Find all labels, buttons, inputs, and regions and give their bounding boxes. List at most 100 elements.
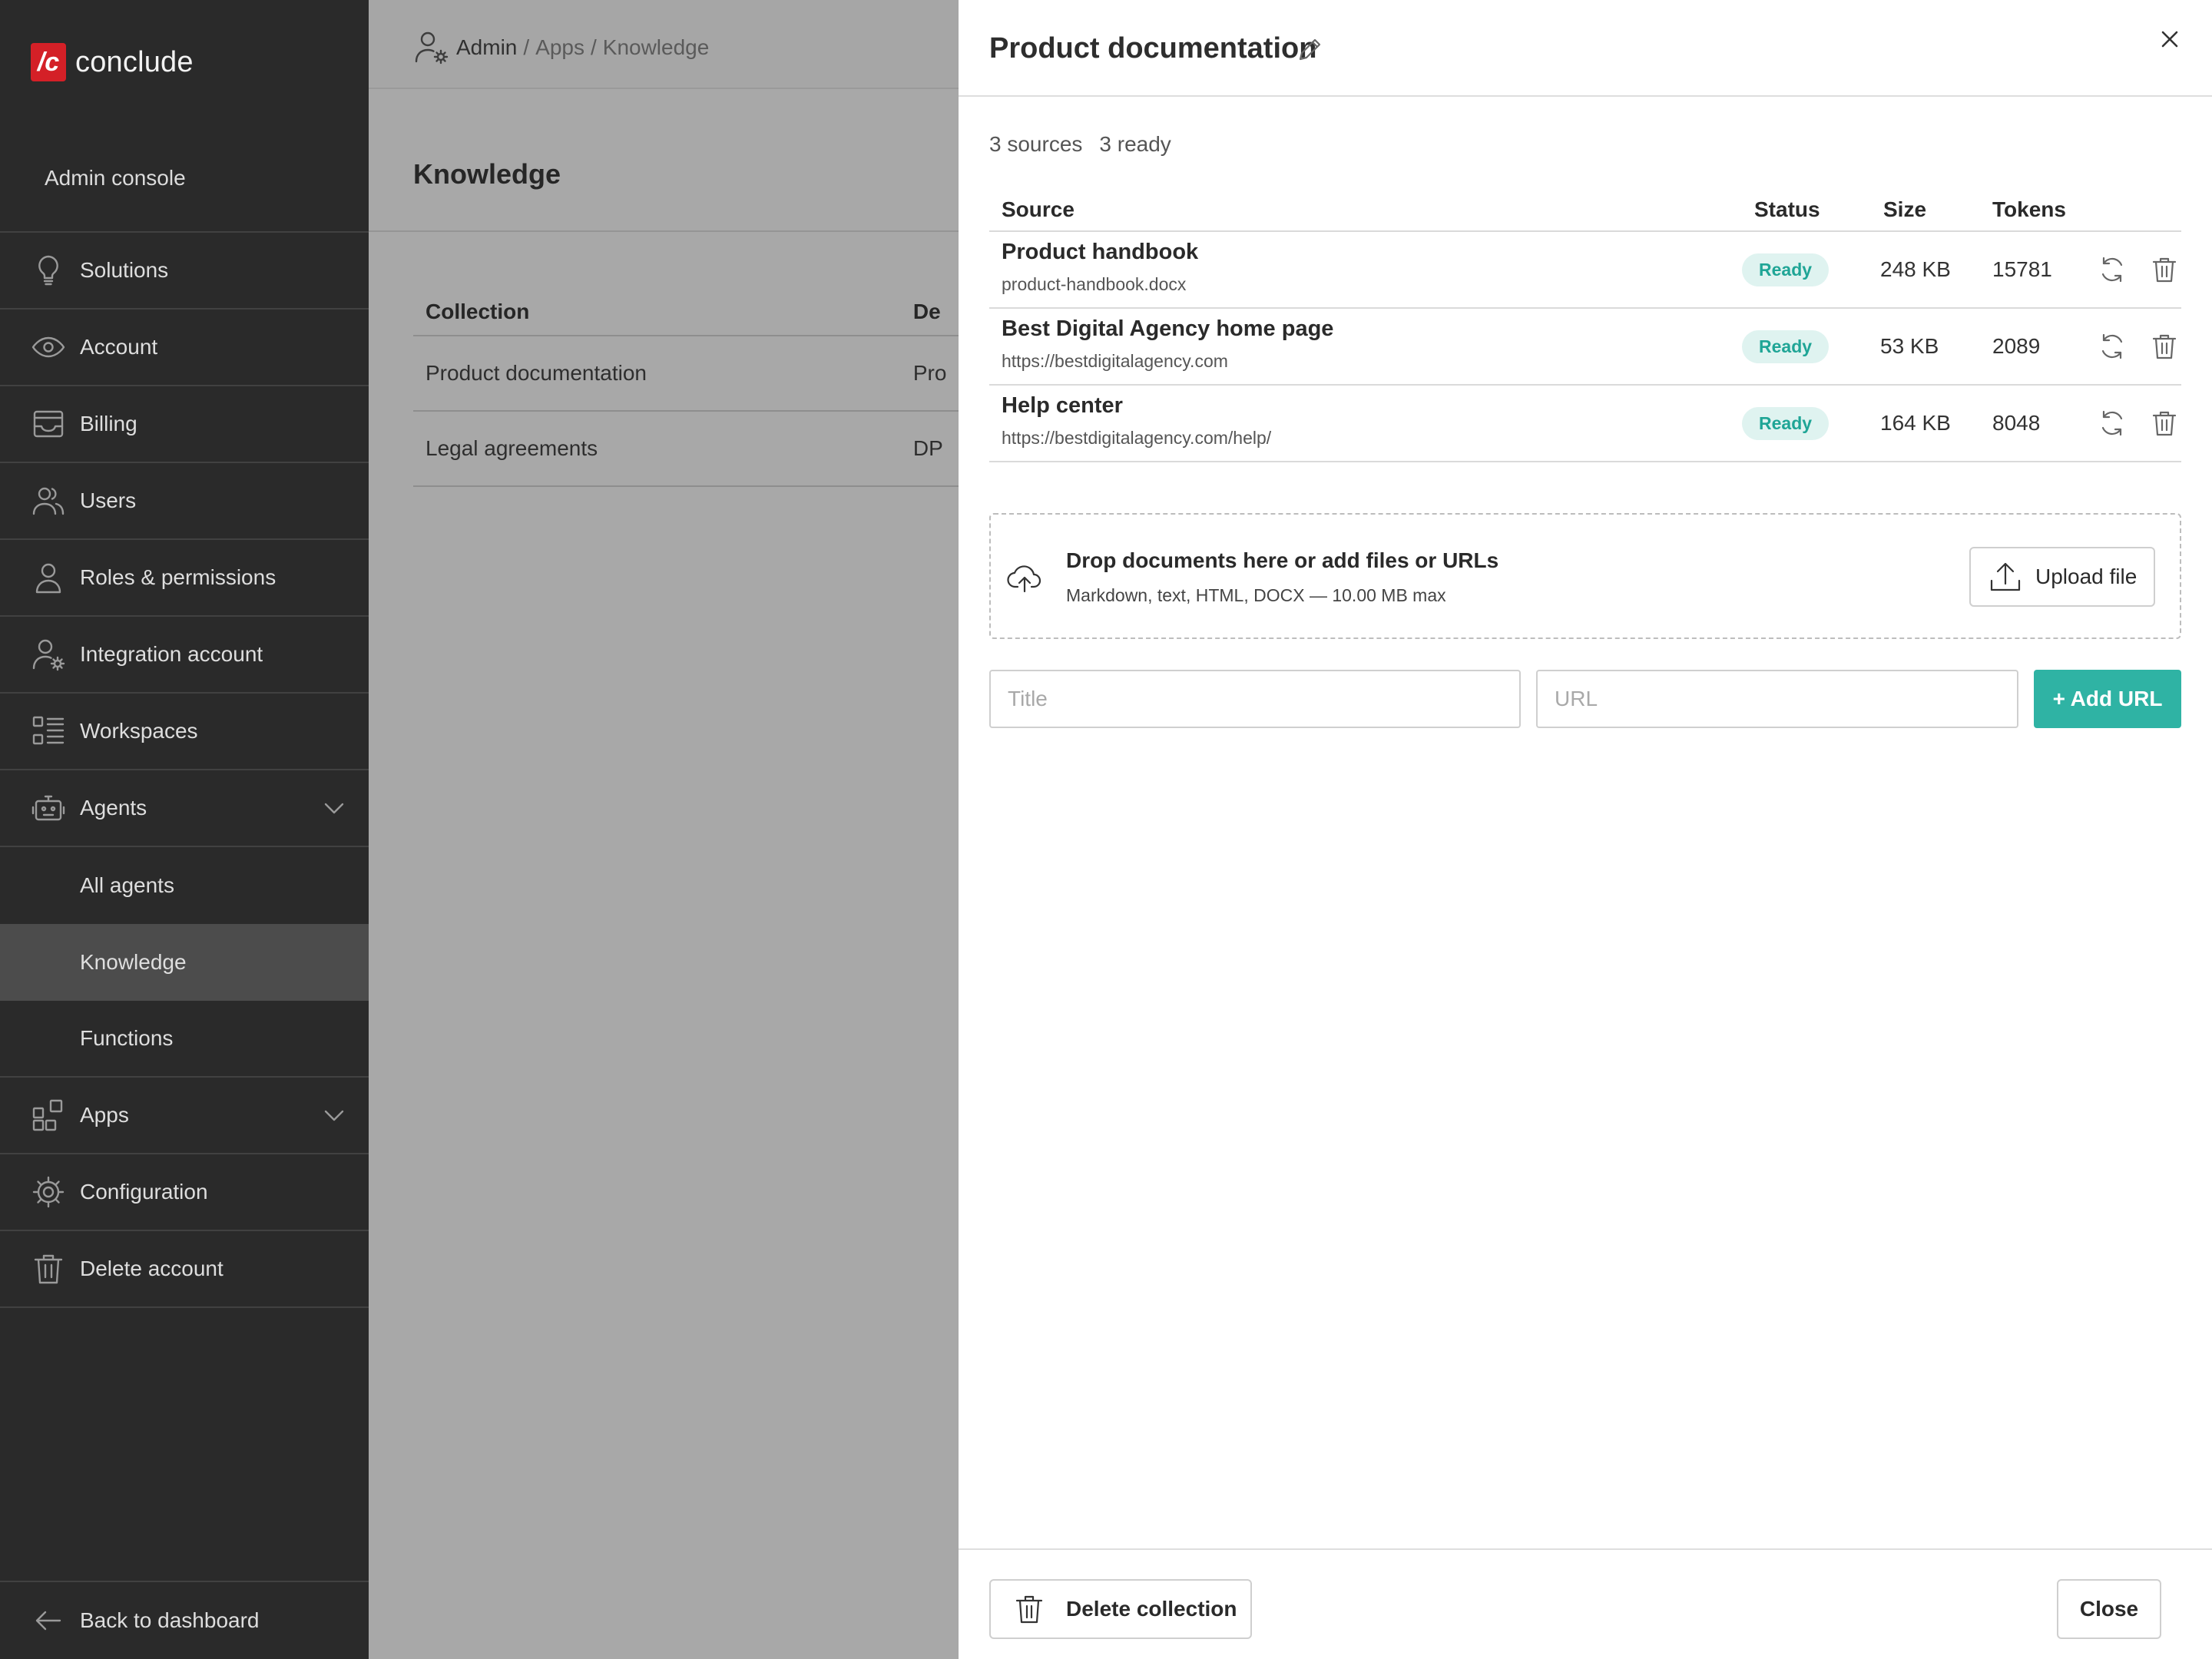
source-detail: https://bestdigitalagency.com: [1002, 351, 1228, 371]
table-header: Source Status Size Tokens: [989, 189, 2181, 232]
column-header-status: Status: [1754, 197, 1820, 221]
breadcrumb-separator: /: [590, 35, 597, 59]
sidebar-item-solutions[interactable]: Solutions: [0, 233, 369, 310]
collection-drawer: Product documentation 3 sources 3 ready S…: [959, 0, 2212, 1659]
sources-count: 3 sources: [989, 132, 1083, 156]
sidebar-item-label: Users: [80, 488, 137, 512]
column-header-tokens: Tokens: [1992, 197, 2066, 221]
status-cell: Ready: [1722, 329, 1876, 363]
url-input[interactable]: [1536, 670, 2018, 728]
arrow-left-icon: [35, 1611, 61, 1631]
upload-icon: [1990, 562, 2021, 591]
column-header-collection: Collection: [426, 300, 530, 323]
status-badge: Ready: [1742, 253, 1830, 286]
source-tokens: 8048: [1992, 411, 2041, 435]
sidebar-item-workspaces[interactable]: Workspaces: [0, 694, 369, 770]
eye-icon: [31, 336, 65, 358]
column-header-description: De: [912, 300, 941, 323]
sidebar-item-label: Account: [80, 335, 158, 359]
source-tokens: 15781: [1992, 257, 2052, 281]
trash-icon[interactable]: [2149, 331, 2180, 362]
trash-icon[interactable]: [2149, 254, 2180, 285]
sidebar-item-configuration[interactable]: Configuration: [0, 1154, 369, 1231]
dropzone-subtitle: Markdown, text, HTML, DOCX — 10.00 MB ma…: [1066, 585, 1446, 605]
refresh-icon[interactable]: [2097, 331, 2128, 362]
cloud-upload-icon: [1007, 565, 1041, 593]
refresh-icon[interactable]: [2097, 254, 2128, 285]
breadcrumb-knowledge: Knowledge: [602, 35, 710, 59]
breadcrumb-admin[interactable]: Admin: [456, 35, 517, 60]
table-header: Collection De: [413, 289, 959, 336]
trash-icon: [1015, 1595, 1043, 1624]
delete-collection-label: Delete collection: [1066, 1597, 1237, 1621]
list-icon: [32, 716, 65, 745]
sidebar-nav: Solutions Account Billing Users Roles & …: [0, 231, 369, 1308]
user-gear-icon: [32, 639, 65, 671]
lightbulb-icon: [38, 255, 58, 286]
source-cell: Help center https://bestdigitalagency.co…: [989, 393, 1722, 449]
breadcrumb-separator: /: [523, 35, 530, 59]
sidebar-subitem-all-agents[interactable]: All agents: [0, 847, 369, 924]
add-url-button[interactable]: + Add URL: [2034, 670, 2181, 728]
sidebar-item-billing[interactable]: Billing: [0, 386, 369, 463]
close-icon[interactable]: [2157, 26, 2183, 52]
breadcrumb-apps[interactable]: Apps: [535, 35, 584, 60]
divider: [369, 230, 959, 232]
ready-count: 3 ready: [1099, 132, 1171, 156]
collection-description: Pro: [912, 361, 947, 385]
apps-icon: [32, 1099, 63, 1131]
file-dropzone[interactable]: Drop documents here or add files or URLs…: [989, 513, 2181, 639]
back-label: Back to dashboard: [80, 1608, 260, 1632]
sidebar-item-label: Apps: [80, 1103, 129, 1127]
collection-name: Product documentation: [426, 361, 647, 385]
status-badge: Ready: [1742, 329, 1830, 363]
sources-summary: 3 sources 3 ready: [989, 132, 1171, 157]
column-header-source: Source: [1002, 197, 1075, 221]
back-to-dashboard[interactable]: Back to dashboard: [0, 1581, 369, 1659]
chevron-down-icon[interactable]: [321, 795, 347, 821]
sidebar-item-label: Workspaces: [80, 719, 198, 743]
source-tokens: 2089: [1992, 334, 2041, 358]
inbox-icon: [33, 410, 64, 438]
close-button[interactable]: Close: [2057, 1579, 2161, 1639]
drawer-header: Product documentation: [959, 0, 2212, 97]
sidebar-item-apps[interactable]: Apps: [0, 1078, 369, 1154]
status-cell: Ready: [1722, 253, 1876, 286]
collection-name: Legal agreements: [426, 436, 598, 460]
sidebar-item-label: Agents: [80, 796, 147, 820]
sidebar-subitem-functions[interactable]: Functions: [0, 1001, 369, 1078]
row-actions: [2083, 408, 2181, 439]
admin-console-label: Admin console: [45, 166, 186, 190]
sources-table: Source Status Size Tokens Product handbo…: [989, 189, 2181, 462]
main-content: Admin / Apps / Knowledge Knowledge Colle…: [369, 0, 959, 1659]
upload-file-button[interactable]: Upload file: [1969, 547, 2155, 607]
brand-name: conclude: [75, 45, 194, 78]
chevron-down-icon[interactable]: [321, 1102, 347, 1128]
table-row[interactable]: Product documentation Pro: [413, 336, 959, 412]
sidebar-item-label: Configuration: [80, 1180, 208, 1204]
sidebar: /c conclude Admin console Solutions Acco…: [0, 0, 369, 1659]
trash-icon[interactable]: [2149, 408, 2180, 439]
source-size: 53 KB: [1880, 334, 1939, 358]
source-name: Product handbook: [1002, 240, 1199, 264]
sidebar-item-users[interactable]: Users: [0, 463, 369, 540]
collection-description: DP: [912, 436, 943, 460]
sidebar-item-roles[interactable]: Roles & permissions: [0, 540, 369, 617]
sidebar-subitem-label: Knowledge: [80, 950, 187, 974]
sidebar-item-delete-account[interactable]: Delete account: [0, 1231, 369, 1308]
delete-collection-button[interactable]: Delete collection: [989, 1579, 1252, 1639]
brand-logo[interactable]: /c conclude: [31, 43, 194, 81]
pencil-icon[interactable]: [1296, 35, 1324, 63]
sidebar-item-agents[interactable]: Agents: [0, 770, 369, 847]
page-title: Knowledge: [413, 158, 561, 190]
table-row[interactable]: Legal agreements DP: [413, 412, 959, 487]
title-input[interactable]: [989, 670, 1521, 728]
logo-mark: /c: [31, 43, 66, 81]
source-cell: Product handbook product-handbook.docx: [989, 240, 1722, 295]
sidebar-subitem-knowledge[interactable]: Knowledge: [0, 924, 369, 1001]
sidebar-item-integration-account[interactable]: Integration account: [0, 617, 369, 694]
refresh-icon[interactable]: [2097, 408, 2128, 439]
collections-table: Collection De Product documentation Pro …: [413, 289, 959, 487]
sidebar-item-account[interactable]: Account: [0, 310, 369, 386]
row-actions: [2083, 254, 2181, 285]
